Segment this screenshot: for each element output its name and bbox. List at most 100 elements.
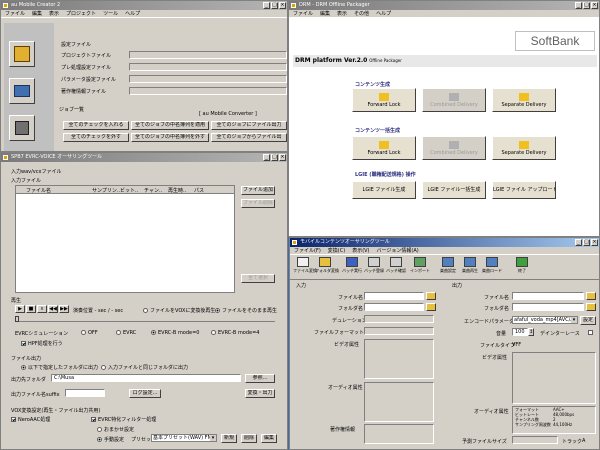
sim-off-radio[interactable]: OFF	[81, 330, 98, 336]
menu-item[interactable]: 表示	[49, 10, 59, 17]
deinterlace-checkbox[interactable]	[588, 330, 595, 336]
delete-file-button[interactable]: ファイル削除	[241, 199, 275, 208]
copyright-file-field[interactable]	[129, 87, 287, 95]
close-button[interactable]: ×	[591, 239, 598, 246]
forward-lock-button[interactable]: Forward Lock	[352, 88, 416, 112]
output-folder-radio[interactable]: 以下で指定したフォルダに出力	[21, 364, 98, 371]
uncheck-all-button[interactable]: 全てのチェックを外す	[63, 133, 129, 142]
play-raw-radio[interactable]: ファイルをそのまま再生	[215, 307, 277, 314]
volume-spinner[interactable]: ↕	[528, 328, 534, 336]
param-file-field[interactable]	[129, 75, 287, 83]
nero-checkbox[interactable]: NeroAAC処理	[11, 416, 50, 423]
encode-settings-button[interactable]: 設定	[580, 316, 596, 325]
output-file-browse-icon[interactable]	[586, 292, 596, 300]
output-all-button[interactable]: 全てのジョブにファイル出力	[211, 121, 287, 130]
minimize-button[interactable]: _	[575, 239, 582, 246]
lgie-batch-button[interactable]: LGIE ファイル一括生成	[422, 181, 486, 199]
menu-item[interactable]: 表示(V)	[352, 247, 369, 254]
output-folder-field[interactable]: C:\Musa	[51, 374, 241, 382]
maximize-button[interactable]: □	[583, 239, 590, 246]
auto-settings-radio[interactable]: おまかせ設定	[97, 426, 134, 433]
batch-register-tool[interactable]: バッチ登録	[364, 256, 384, 278]
convert-tool-icon[interactable]	[9, 78, 35, 104]
output-filename-field[interactable]	[512, 292, 584, 300]
column-header[interactable]: 再生時..	[168, 187, 186, 194]
close-button[interactable]: ×	[591, 2, 598, 9]
output-folder-browse-icon[interactable]	[586, 303, 596, 311]
column-header[interactable]: ファイル名	[26, 187, 51, 194]
convert-output-button[interactable]: 変換・出力	[245, 389, 275, 398]
titlebar[interactable]: au Mobile Creator 2 _ □ ×	[1, 1, 287, 10]
import-tool[interactable]: インポート	[410, 256, 430, 278]
menu-item[interactable]: 編集	[320, 10, 330, 17]
forward-icon[interactable]: ▶▶	[59, 305, 69, 313]
sim-mode0-radio[interactable]: EVRC-B mode=0	[151, 330, 200, 336]
edit-preset-button[interactable]: 編集	[261, 434, 277, 443]
menu-item[interactable]: ヘルプ	[376, 10, 391, 17]
menu-item[interactable]: ファイル(F)	[294, 247, 321, 254]
menu-item[interactable]: プロジェクト	[66, 10, 96, 17]
column-header[interactable]: サンプリン..	[92, 187, 120, 194]
volume-field[interactable]: 100	[512, 328, 528, 336]
menu-item[interactable]: ファイル	[293, 10, 313, 17]
output-remove-button[interactable]: 全てのジョブからファイル出	[211, 133, 287, 142]
lgie-generate-button[interactable]: LGIE ファイル生成	[352, 181, 416, 199]
manual-settings-radio[interactable]: 手動設定	[97, 436, 124, 443]
input-folder-browse-icon[interactable]	[426, 303, 436, 311]
log-settings-button[interactable]: ログ設定...	[129, 389, 161, 398]
delete-preset-button[interactable]: 削除	[241, 434, 257, 443]
wizard-tool-icon[interactable]	[9, 41, 35, 67]
sim-mode4-radio[interactable]: EVRC-B mode=4	[211, 330, 260, 336]
menu-item[interactable]: 表示	[337, 10, 347, 17]
preprocess-file-field[interactable]	[129, 63, 287, 71]
music-play-tool[interactable]: 楽曲再生	[460, 256, 480, 278]
batch-forward-lock-button[interactable]: Forward Lock	[352, 136, 416, 160]
browse-button[interactable]: 参照...	[245, 374, 275, 383]
device-tool-icon[interactable]	[9, 115, 35, 141]
input-file-browse-icon[interactable]	[426, 292, 436, 300]
column-header[interactable]: チャン..	[144, 187, 162, 194]
minimize-button[interactable]: _	[263, 2, 270, 9]
maximize-button[interactable]: □	[271, 154, 278, 161]
menu-item[interactable]: ツール	[103, 10, 118, 17]
seek-slider[interactable]	[15, 316, 275, 322]
batch-run-tool[interactable]: バッチ実行	[342, 256, 362, 278]
folder-convert-tool[interactable]: フォルダ変換	[315, 256, 339, 278]
input-folder-field[interactable]	[364, 303, 424, 311]
maximize-button[interactable]: □	[583, 2, 590, 9]
menu-item[interactable]: バージョン情報(A)	[377, 247, 419, 254]
check-all-button[interactable]: 全てのチェックを入れる	[63, 121, 129, 130]
separate-delivery-button[interactable]: Separate Delivery	[492, 88, 556, 112]
minimize-button[interactable]: _	[263, 154, 270, 161]
new-preset-button[interactable]: 新規	[221, 434, 237, 443]
batch-check-tool[interactable]: バッチ確認	[386, 256, 406, 278]
menu-item[interactable]: ヘルプ	[125, 10, 140, 17]
play-converted-radio[interactable]: ファイルをVOXに変換後再生	[143, 307, 215, 314]
column-header[interactable]: ビット..	[120, 187, 138, 194]
project-file-field[interactable]	[129, 51, 287, 59]
file-convert-tool[interactable]: ファイル変換	[293, 256, 317, 278]
rewind-icon[interactable]: ◀◀	[48, 305, 58, 313]
close-button[interactable]: ×	[279, 154, 286, 161]
encode-param-select[interactable]: afaful_voda_mp4[AVC/AAC]	[512, 316, 578, 324]
close-button[interactable]: ×	[279, 2, 286, 9]
remove-all-button[interactable]: 全てのジョブの中名簿列を外す	[131, 133, 209, 142]
menu-item[interactable]: 編集	[32, 10, 42, 17]
file-table[interactable]: ファイル名 サンプリン.. ビット.. チャン.. 再生時.. パス	[15, 185, 235, 293]
stop-icon[interactable]: ■	[26, 305, 36, 313]
menu-item[interactable]: ファイル	[5, 10, 25, 17]
pause-icon[interactable]: ॥	[37, 305, 47, 313]
preset-select[interactable]: 基本プリセット(WAV) FN	[151, 434, 217, 442]
batch-separate-button[interactable]: Separate Delivery	[492, 136, 556, 160]
batch-combined-button[interactable]: Combined Delivery	[422, 136, 486, 160]
lgie-upload-button[interactable]: LGIE ファイル アップロード	[492, 181, 556, 199]
hpf-checkbox[interactable]: HPF処理を行う	[21, 340, 63, 347]
add-file-button[interactable]: ファイル追加	[241, 186, 275, 195]
menu-item[interactable]: その他	[354, 10, 369, 17]
exit-tool[interactable]: 終了	[512, 256, 532, 278]
output-same-folder-radio[interactable]: 入力ファイルと同じフォルダに出力	[101, 364, 188, 371]
evrc-filter-checkbox[interactable]: EVRC特化フィルター処理	[91, 416, 156, 423]
play-icon[interactable]: ▶	[15, 305, 25, 313]
titlebar[interactable]: DRM - DRM Offline Packager _ □ ×	[289, 1, 599, 10]
minimize-button[interactable]: _	[575, 2, 582, 9]
